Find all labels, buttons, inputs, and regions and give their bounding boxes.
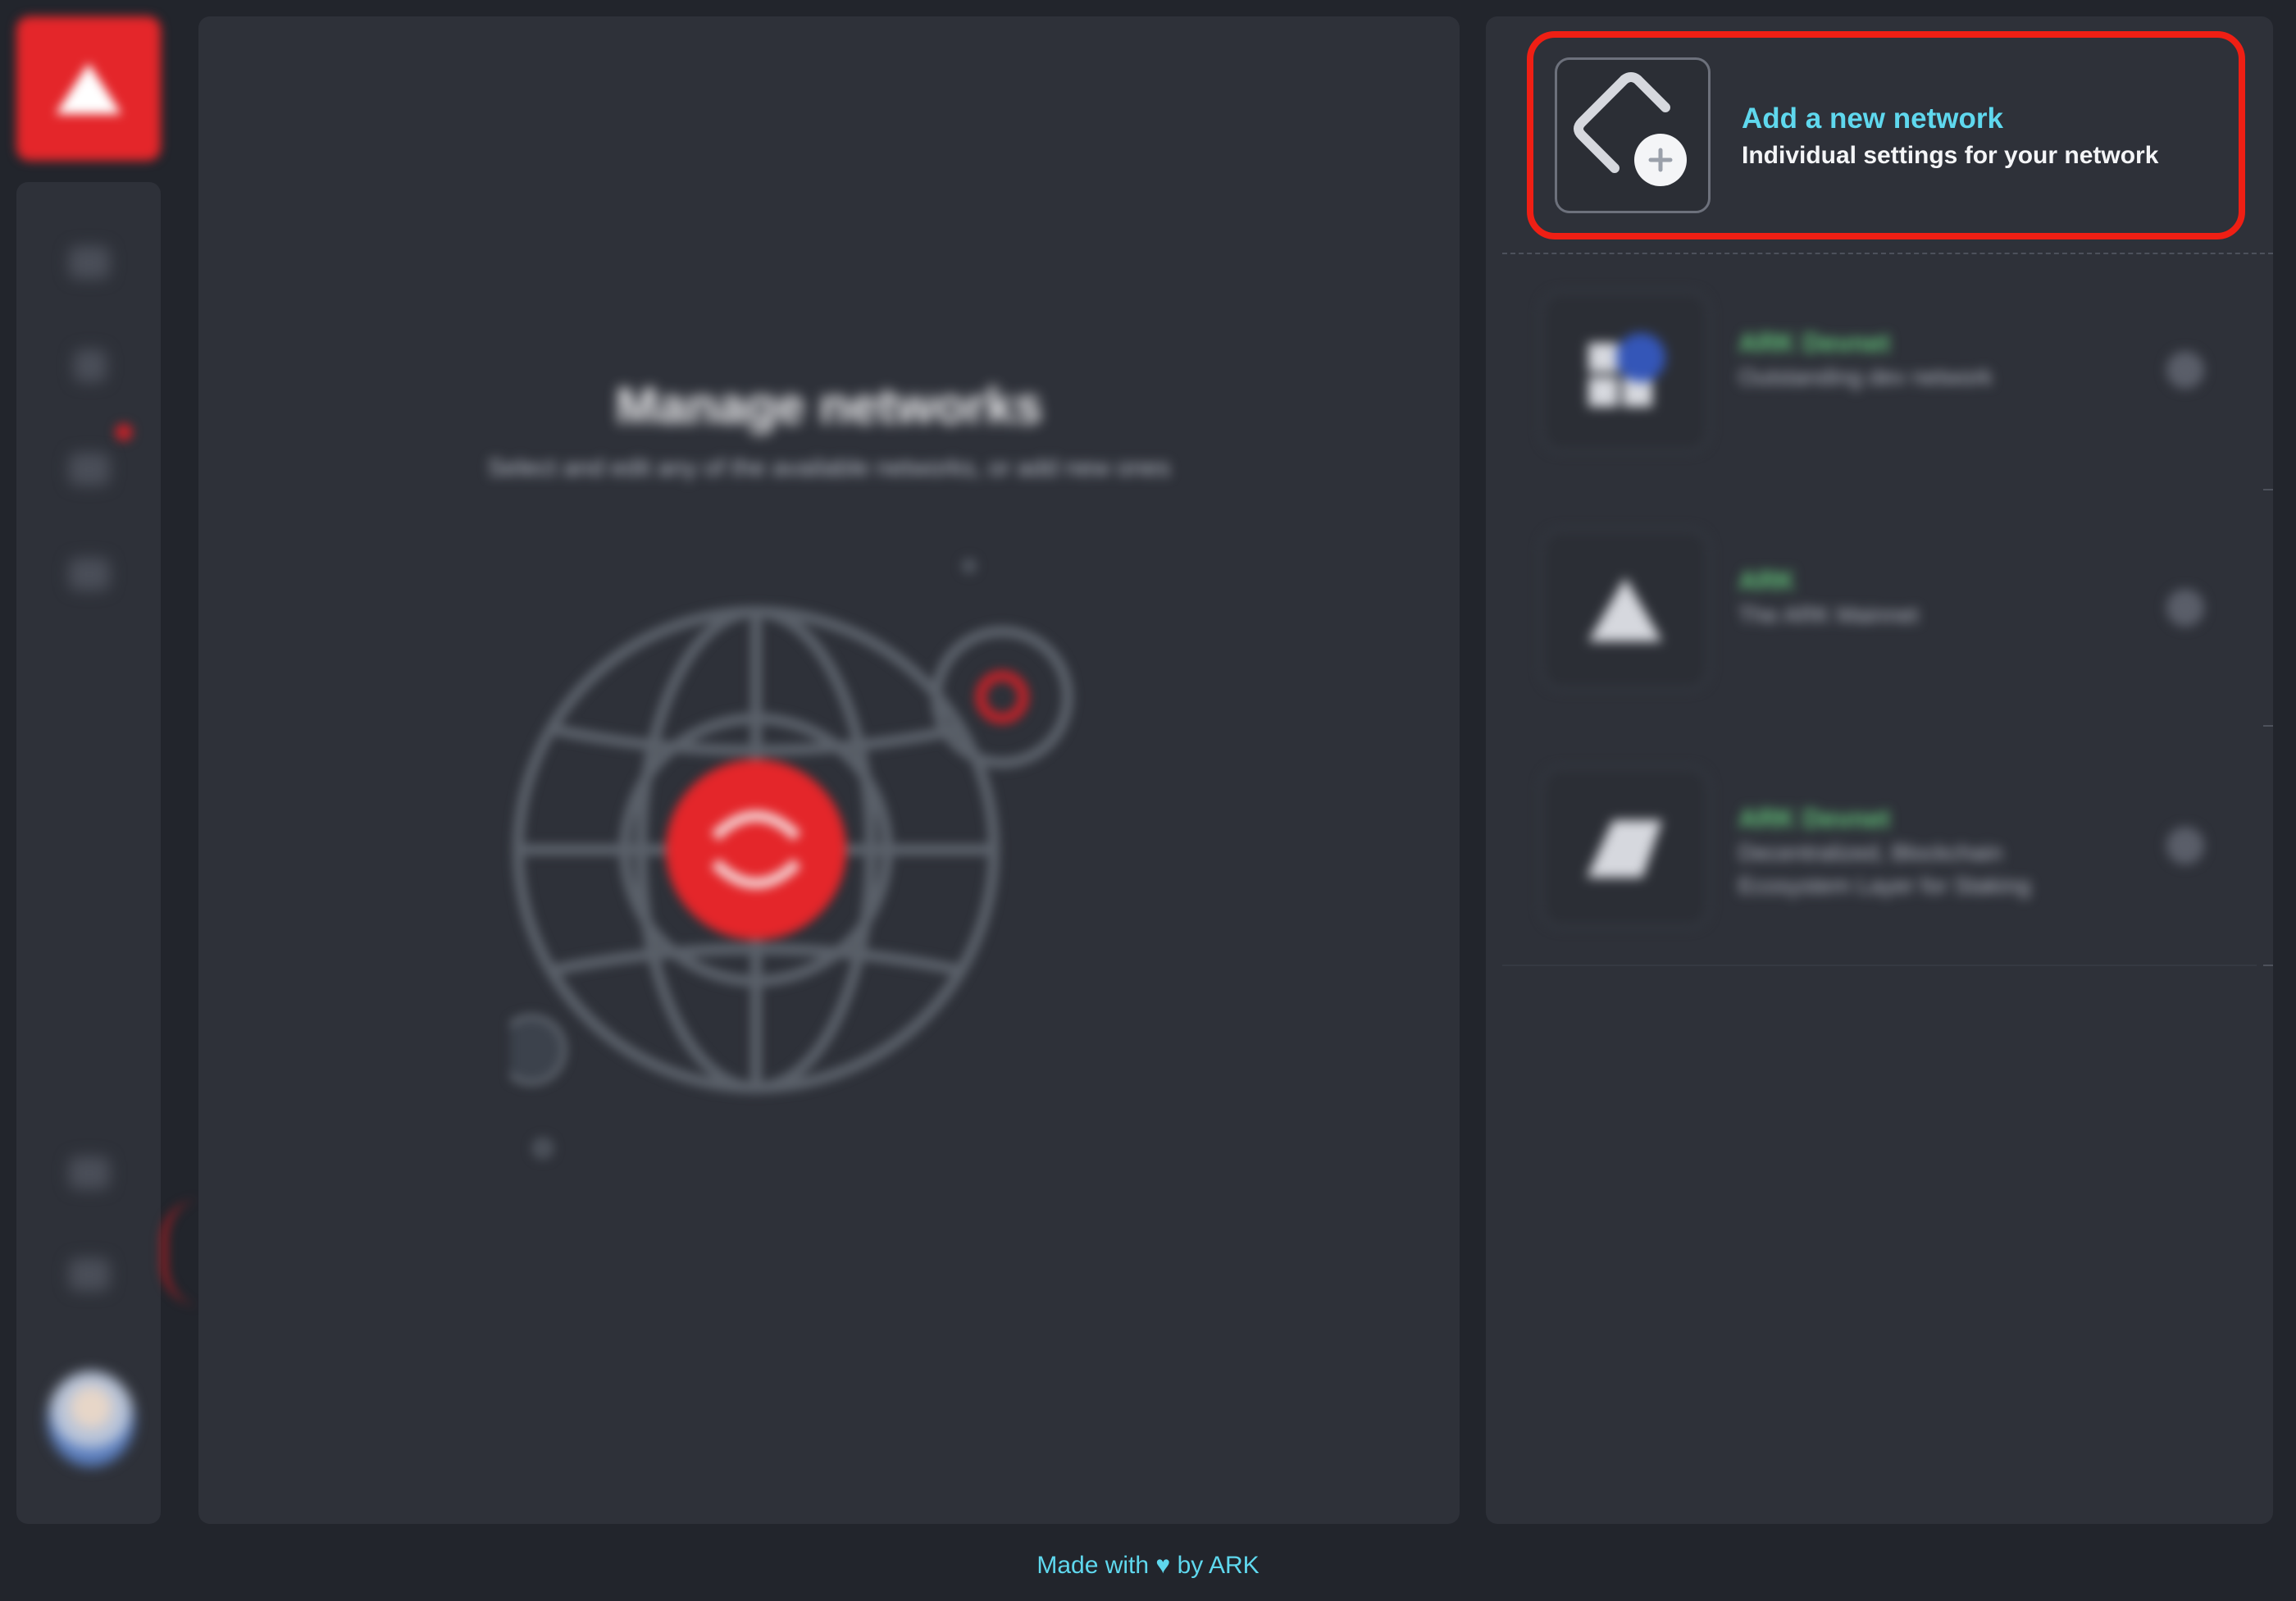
- network-description: Outstanding dev network: [1738, 364, 1993, 390]
- network-description: Decentralized, Blockchain Ecosystem Laye…: [1738, 840, 2031, 898]
- ark-logo-icon[interactable]: [16, 16, 161, 161]
- devnet-glyph: [1588, 333, 1665, 407]
- add-network-svg: [1574, 72, 1687, 186]
- logo-triangle: [56, 63, 121, 114]
- add-network-subtitle: Individual settings for your network: [1742, 142, 2159, 169]
- main-panel: Manage networks Select and edit any of t…: [198, 16, 1460, 1524]
- network-item[interactable]: ARK Devnet Decentralized, Blockchain Eco…: [1527, 753, 2245, 933]
- list-divider: [2263, 725, 2273, 727]
- page-subtitle: Select and edit any of the available net…: [487, 454, 1171, 481]
- list-divider: [2263, 489, 2273, 490]
- add-network-card[interactable]: Add a new network Individual settings fo…: [1527, 31, 2245, 239]
- network-name: ARK Devnet: [1738, 804, 1890, 833]
- network-name: ARK Devnet: [1738, 328, 1890, 358]
- network-item[interactable]: ARK Devnet Outstanding dev network: [1527, 277, 2245, 458]
- dashboard-icon[interactable]: [69, 246, 110, 279]
- messages-icon[interactable]: [69, 558, 110, 591]
- ark-network-icon: [1543, 769, 1707, 925]
- ark-mainnet-icon: [1543, 531, 1707, 687]
- network-icon[interactable]: [69, 1258, 110, 1291]
- network-text: ARK Devnet Decentralized, Blockchain Eco…: [1738, 800, 2030, 902]
- footer: Made with ♥ by ARK: [0, 1552, 2296, 1580]
- settings-icon[interactable]: [69, 1156, 110, 1189]
- network-glyph: [1587, 820, 1662, 878]
- heart-icon: ♥: [1155, 1552, 1171, 1579]
- list-bottom-divider: [1502, 965, 2257, 966]
- list-divider: [2263, 965, 2273, 966]
- network-text: ARK The ARK Mainnet: [1738, 563, 1918, 632]
- network-item[interactable]: ARK The ARK Mainnet: [1527, 515, 2245, 696]
- profile-avatar[interactable]: [48, 1371, 134, 1466]
- wallet-icon[interactable]: [74, 349, 107, 382]
- network-select-toggle[interactable]: [2166, 589, 2204, 627]
- globe-network-icon: [510, 558, 1073, 1160]
- network-select-toggle[interactable]: [2166, 827, 2204, 864]
- add-network-icon: [1555, 57, 1711, 213]
- notification-badge: [115, 423, 133, 441]
- network-text: ARK Devnet Outstanding dev network: [1738, 325, 1993, 394]
- collapse-handle-icon[interactable]: [161, 1199, 202, 1306]
- app-window: Manage networks Select and edit any of t…: [0, 0, 2296, 1601]
- list-divider: [1502, 253, 2273, 254]
- sidebar: [16, 182, 161, 1524]
- add-network-title: Add a new network: [1742, 103, 2003, 135]
- page-title: Manage networks: [615, 378, 1043, 435]
- contacts-icon[interactable]: [69, 453, 110, 486]
- mainnet-glyph: [1588, 577, 1662, 641]
- network-select-toggle[interactable]: [2166, 351, 2204, 389]
- footer-suffix[interactable]: by ARK: [1178, 1552, 1260, 1579]
- network-description: The ARK Mainnet: [1738, 602, 1919, 627]
- ark-devnet-icon: [1543, 294, 1707, 449]
- add-network-text: Add a new network Individual settings fo…: [1742, 100, 2158, 174]
- footer-prefix: Made with: [1036, 1552, 1150, 1579]
- network-name: ARK: [1738, 566, 1796, 595]
